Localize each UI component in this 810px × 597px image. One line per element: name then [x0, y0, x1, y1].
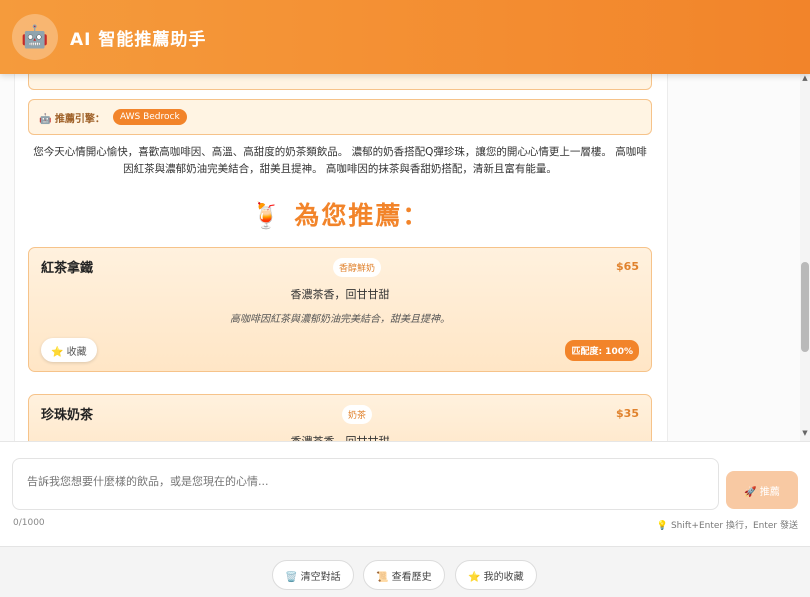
scrollbar-thumb[interactable]	[801, 262, 809, 352]
char-counter: 0/1000	[13, 518, 45, 528]
drink-price: $65	[616, 260, 639, 273]
recommendation-description: 您今天心情開心愉快，喜歡高咖啡因、高溫、高甜度的奶茶類飲品。 濃郁的奶香搭配Q彈…	[33, 146, 647, 175]
history-button[interactable]: 📜 查看歷史	[363, 560, 445, 590]
drink-card[interactable]: 紅茶拿鐵 香醇鮮奶 $65 香濃茶香，回甘甘甜 高咖啡因紅茶與濃郁奶油完美結合，…	[28, 247, 652, 372]
scroll-down-icon[interactable]: ▼	[801, 429, 809, 437]
drink-flavor: 香濃茶香，回甘甘甜	[29, 433, 651, 441]
favorite-button[interactable]: ⭐ 收藏	[41, 338, 97, 362]
drink-reason: 高咖啡因紅茶與濃郁奶油完美結合，甜美且提神。	[230, 314, 450, 325]
message-input-box[interactable]	[12, 458, 719, 510]
drink-card[interactable]: 珍珠奶茶 奶茶 $35 香濃茶香，回甘甘甜	[28, 394, 652, 441]
input-area: 🚀 推薦 0/1000 💡 Shift+Enter 換行，Enter 發送	[0, 441, 810, 547]
app-header: 🤖 AI 智能推薦助手	[0, 0, 810, 74]
engine-label: 🤖 推薦引擎：	[39, 113, 105, 125]
previous-info-box	[28, 74, 652, 90]
engine-info-box: 🤖 推薦引擎： AWS Bedrock	[28, 99, 652, 135]
clear-chat-button[interactable]: 🗑️ 清空對話	[272, 560, 354, 590]
drink-name: 珍珠奶茶	[41, 408, 94, 423]
input-hint: 💡 Shift+Enter 換行，Enter 發送	[656, 521, 798, 531]
drink-tag: 香醇鮮奶	[333, 258, 382, 277]
drink-name: 紅茶拿鐵	[41, 261, 94, 276]
match-badge: 匹配度: 100%	[565, 340, 639, 361]
drink-price: $35	[616, 407, 639, 420]
chat-scrollbar[interactable]: ▲ ▼	[800, 74, 810, 441]
recommend-heading: 🍹 為您推薦：	[250, 201, 430, 230]
drink-tag: 奶茶	[342, 405, 373, 424]
app-title: AI 智能推薦助手	[70, 29, 207, 50]
scroll-up-icon[interactable]: ▲	[801, 74, 809, 82]
chat-area[interactable]: 🤖 推薦引擎： AWS Bedrock 您今天心情開心愉快，喜歡高咖啡因、高溫、…	[0, 74, 810, 441]
drink-flavor: 香濃茶香，回甘甘甜	[290, 288, 390, 301]
robot-avatar-icon: 🤖	[12, 14, 58, 60]
engine-badge: AWS Bedrock	[112, 109, 187, 125]
message-input[interactable]	[25, 471, 709, 505]
favorites-button[interactable]: ⭐ 我的收藏	[455, 560, 537, 590]
send-button[interactable]: 🚀 推薦	[726, 471, 798, 509]
footer-toolbar: 🗑️ 清空對話 📜 查看歷史 ⭐ 我的收藏	[0, 546, 810, 597]
